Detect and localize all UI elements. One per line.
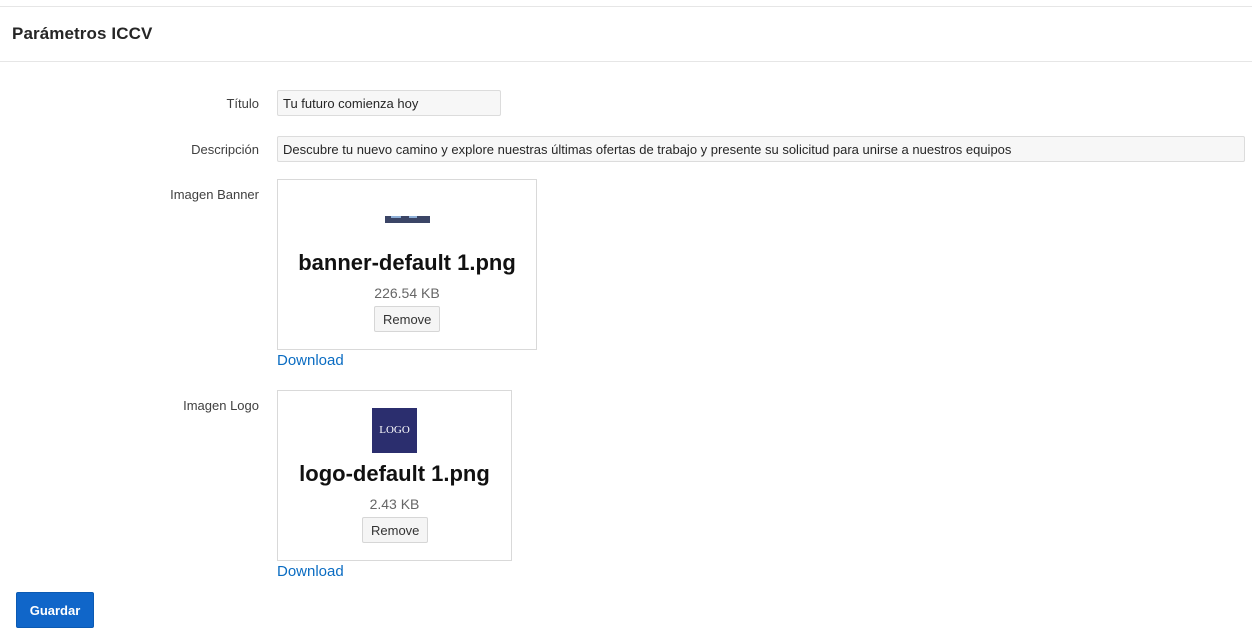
descripcion-input[interactable] — [277, 136, 1245, 162]
banner-dropzone[interactable]: banner-default 1.png 226.54 KB Remove — [277, 179, 537, 350]
titulo-input[interactable] — [277, 90, 501, 116]
banner-thumbnail — [385, 216, 430, 223]
save-button[interactable]: Guardar — [16, 592, 94, 628]
logo-thumbnail: LOGO — [372, 408, 417, 453]
logo-remove-button[interactable]: Remove — [362, 517, 429, 543]
banner-remove-button[interactable]: Remove — [374, 306, 441, 332]
logo-download-link[interactable]: Download — [277, 563, 344, 580]
descripcion-label: Descripción — [191, 142, 259, 157]
imagen-logo-label: Imagen Logo — [183, 398, 259, 413]
banner-download-link[interactable]: Download — [277, 352, 344, 369]
logo-dropzone[interactable]: LOGO logo-default 1.png 2.43 KB Remove — [277, 390, 512, 561]
logo-file-name: logo-default 1.png — [299, 461, 490, 486]
page-header: Parámetros ICCV — [0, 7, 1252, 62]
imagen-banner-label: Imagen Banner — [170, 187, 259, 202]
logo-file-size: 2.43 KB — [369, 496, 420, 512]
page-title: Parámetros ICCV — [12, 24, 153, 43]
titulo-label: Título — [226, 96, 259, 111]
banner-file-size: 226.54 KB — [374, 285, 440, 301]
banner-file-name: banner-default 1.png — [298, 250, 516, 275]
